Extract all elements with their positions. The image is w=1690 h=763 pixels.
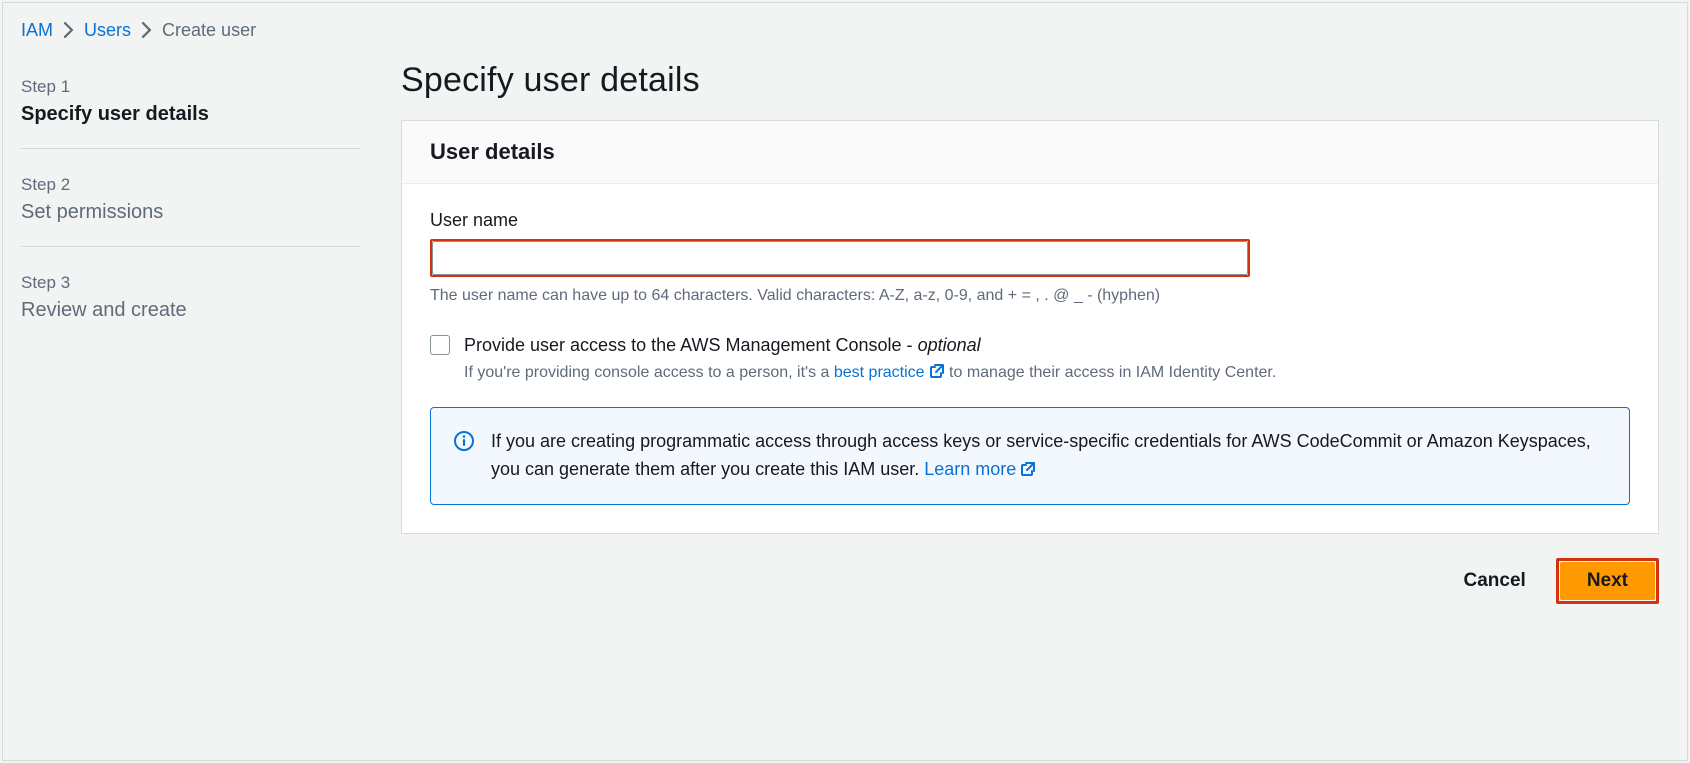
step-title-label: Specify user details [21, 103, 361, 126]
wizard-step-1[interactable]: Step 1 Specify user details [21, 67, 361, 149]
learn-more-link-text: Learn more [924, 459, 1016, 479]
best-practice-link-text: best practice [834, 364, 925, 381]
step-num-label: Step 2 [21, 175, 361, 195]
breadcrumb: IAM Users Create user [21, 21, 1659, 39]
breadcrumb-users[interactable]: Users [84, 21, 131, 39]
breadcrumb-iam[interactable]: IAM [21, 21, 53, 39]
wizard-steps: Step 1 Specify user details Step 2 Set p… [21, 61, 361, 742]
learn-more-link[interactable]: Learn more [924, 459, 1036, 479]
username-label: User name [430, 210, 1630, 231]
optional-tag: optional [918, 335, 981, 355]
console-access-checkbox[interactable] [430, 335, 450, 355]
external-link-icon [1020, 461, 1036, 477]
cancel-button[interactable]: Cancel [1452, 562, 1538, 600]
panel-header: User details [402, 121, 1658, 184]
breadcrumb-current: Create user [162, 21, 256, 39]
username-input-highlight [430, 239, 1250, 277]
external-link-icon [929, 363, 945, 379]
wizard-step-2[interactable]: Step 2 Set permissions [21, 165, 361, 247]
chevron-right-icon [141, 22, 152, 38]
chevron-right-icon [63, 22, 74, 38]
user-details-panel: User details User name The user name can… [401, 120, 1659, 534]
step-title-label: Set permissions [21, 201, 361, 224]
step-title-label: Review and create [21, 299, 361, 322]
username-hint: The user name can have up to 64 characte… [430, 287, 1630, 305]
next-button[interactable]: Next [1560, 562, 1655, 600]
console-access-row: Provide user access to the AWS Managemen… [430, 333, 1630, 385]
panel-header-title: User details [430, 139, 1630, 165]
username-input[interactable] [432, 241, 1248, 275]
info-alert-message: If you are creating programmatic access … [491, 431, 1591, 479]
info-icon [453, 430, 475, 452]
step-num-label: Step 1 [21, 77, 361, 97]
console-access-label: Provide user access to the AWS Managemen… [464, 333, 1276, 357]
wizard-footer: Cancel Next [401, 558, 1659, 604]
wizard-step-3[interactable]: Step 3 Review and create [21, 263, 361, 344]
console-access-description: If you're providing console access to a … [464, 361, 1276, 385]
main-content: Specify user details User details User n… [401, 61, 1659, 742]
console-access-sub-post: to manage their access in IAM Identity C… [945, 364, 1277, 381]
console-access-sub-pre: If you're providing console access to a … [464, 364, 834, 381]
best-practice-link[interactable]: best practice [834, 364, 945, 381]
info-alert: If you are creating programmatic access … [430, 407, 1630, 505]
page-title: Specify user details [401, 61, 1659, 100]
next-button-highlight: Next [1556, 558, 1659, 604]
console-access-text: Provide user access to the AWS Managemen… [464, 335, 918, 355]
step-num-label: Step 3 [21, 273, 361, 293]
info-alert-text: If you are creating programmatic access … [491, 428, 1607, 484]
